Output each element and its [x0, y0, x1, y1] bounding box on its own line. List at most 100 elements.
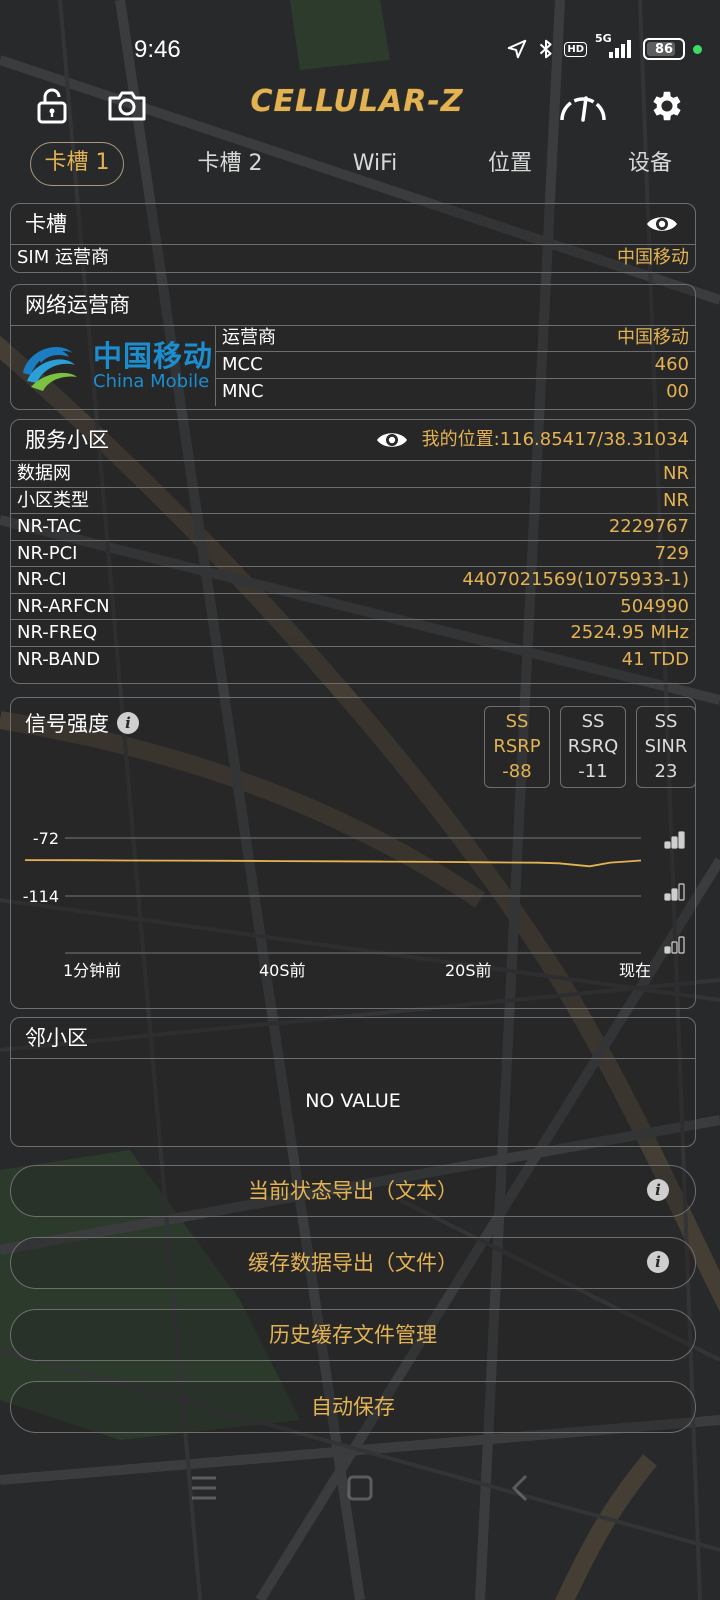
hd-voice-icon: HD — [564, 41, 587, 57]
x-tick-label: 40S前 — [259, 961, 306, 980]
china-mobile-emblem-icon — [23, 346, 77, 391]
status-time: 9:46 — [134, 36, 181, 63]
metric-value: -88 — [502, 761, 532, 782]
cell-row-value: NR — [663, 463, 689, 484]
operator-rows: 运营商 中国移动 MCC 460 MNC 00 — [215, 325, 695, 406]
china-mobile-logo: 中国移动 China Mobile — [11, 325, 215, 407]
metric-line2: RSRP — [493, 736, 541, 757]
network-operator-panel: 网络运营商 中国移动 China Mobile 运营商 中国移动 MCC 460… — [10, 284, 696, 410]
mnc-row: MNC 00 — [216, 379, 695, 406]
eye-icon[interactable] — [375, 428, 409, 452]
serving-cell-panel: 服务小区 我的位置:116.85417/38.31034 数据网 NR 小区类型 N… — [10, 419, 696, 684]
signal-strength-panel: 信号强度 i SS RSRP -88 SS RSRQ -11 SS SINR 2… — [10, 697, 696, 1009]
cell-row-value: 729 — [654, 542, 689, 564]
back-icon[interactable] — [511, 1474, 528, 1502]
serving-cell-title: 服务小区 — [25, 428, 109, 452]
sim-operator-value: 中国移动 — [617, 247, 689, 268]
cell-row: NR-PCI 729 — [11, 541, 695, 567]
mcc-row: MCC 460 — [216, 352, 695, 379]
y-tick-label: -72 — [33, 829, 59, 848]
button-label: 历史缓存文件管理 — [269, 1323, 437, 1347]
button-label: 当前状态导出（文本） — [248, 1179, 458, 1203]
mnc-value: 00 — [666, 381, 689, 402]
slot-panel-header: 卡槽 — [11, 204, 695, 245]
cell-row-label: NR-FREQ — [17, 622, 98, 643]
battery-level: 86 — [654, 41, 674, 57]
signal-series-line — [24, 859, 642, 868]
cell-row: 数据网 NR — [11, 461, 695, 488]
cell-row: NR-CI 4407021569(1075933-1) — [11, 567, 695, 594]
signal-chart-svg: -72 -114 1分钟前 40S前 20S前 现在 — [23, 829, 685, 980]
menu-icon[interactable] — [192, 1476, 216, 1500]
network-type: 5G — [595, 32, 612, 45]
status-bar: 9:46 HD 5G 86 — [0, 28, 720, 72]
operator-panel-title: 网络运营商 — [25, 293, 130, 317]
battery-icon: 86 — [643, 38, 685, 60]
cell-row-label: NR-CI — [17, 569, 67, 590]
unlock-button[interactable] — [30, 84, 74, 128]
ss-sinr-metric[interactable]: SS SINR 23 — [636, 706, 695, 788]
bluetooth-icon — [536, 38, 556, 60]
metric-value: -11 — [578, 761, 608, 782]
metric-value: 23 — [654, 761, 678, 782]
cell-row: NR-TAC 2229767 — [11, 514, 695, 541]
logo-en-text: China Mobile — [93, 371, 210, 392]
app-brand-logo: CELLULAR-Z — [250, 84, 464, 119]
operator-label: 运营商 — [222, 327, 276, 348]
info-icon[interactable]: i — [647, 1179, 669, 1201]
metric-line1: SS — [581, 711, 605, 732]
tab-wifi[interactable]: WiFi — [330, 142, 420, 186]
serving-cell-rows: 数据网 NR 小区类型 NR NR-TAC 2229767 NR-PCI 729 NR-… — [11, 461, 695, 673]
cell-row-value: 504990 — [620, 595, 689, 617]
metric-line2: SINR — [644, 736, 688, 757]
cache-file-manager-button[interactable]: 历史缓存文件管理 — [10, 1309, 696, 1361]
tab-device[interactable]: 设备 — [610, 142, 690, 186]
ss-rsrq-metric[interactable]: SS RSRQ -11 — [560, 706, 626, 788]
cell-row-label: NR-ARFCN — [17, 595, 110, 617]
system-nav-bar — [0, 1450, 720, 1530]
neighbor-panel-header: 邻小区 — [11, 1018, 695, 1059]
location-arrow-icon — [506, 38, 528, 60]
cell-row-label: NR-BAND — [17, 648, 101, 670]
eye-icon[interactable] — [645, 212, 679, 236]
metric-line1: SS — [505, 711, 529, 732]
ss-rsrp-metric[interactable]: SS RSRP -88 — [484, 706, 550, 788]
metric-line2: RSRQ — [567, 736, 619, 757]
mcc-value: 460 — [654, 354, 689, 375]
home-icon[interactable] — [347, 1475, 373, 1501]
auto-save-button[interactable]: 自动保存 — [10, 1381, 696, 1433]
neighbor-panel-title: 邻小区 — [25, 1026, 88, 1050]
gear-icon — [653, 91, 681, 121]
my-location-value: 我的位置:116.85417/38.31034 — [421, 429, 689, 450]
export-status-text-button[interactable]: 当前状态导出（文本） i — [10, 1165, 696, 1217]
info-icon[interactable]: i — [117, 712, 139, 734]
signal-title-row: 信号强度 i — [25, 708, 139, 738]
camera-button[interactable] — [105, 84, 149, 128]
tab-bar: 卡槽 1 卡槽 2 WiFi 位置 设备 — [0, 142, 720, 186]
cell-row-label: 数据网 — [17, 463, 71, 484]
app-bar: CELLULAR-Z — [0, 78, 720, 134]
tab-slot-1[interactable]: 卡槽 1 — [30, 142, 124, 186]
signal-good-icon — [664, 883, 685, 901]
export-cache-file-button[interactable]: 缓存数据导出（文件） i — [10, 1237, 696, 1289]
signal-weak-icon — [664, 936, 685, 954]
operator-panel-header: 网络运营商 — [11, 285, 695, 326]
cell-row-label: NR-TAC — [17, 516, 82, 537]
signal-title: 信号强度 — [25, 712, 109, 736]
logo-cn-text: 中国移动 — [93, 339, 214, 373]
settings-button[interactable] — [645, 84, 689, 128]
privacy-dot-icon — [693, 44, 702, 54]
info-icon[interactable]: i — [647, 1251, 669, 1273]
metric-line1: SS — [654, 711, 678, 732]
cell-row: 小区类型 NR — [11, 488, 695, 514]
signal-chart: -72 -114 1分钟前 40S前 20S前 现在 — [11, 798, 695, 998]
tab-location[interactable]: 位置 — [470, 142, 550, 186]
x-tick-label: 现在 — [619, 961, 651, 980]
cell-row-value: 2229767 — [608, 516, 689, 537]
cell-row-value: NR — [663, 489, 689, 511]
speedometer-button[interactable] — [555, 84, 611, 128]
x-tick-label: 20S前 — [445, 961, 492, 980]
cell-row: NR-FREQ 2524.95 MHz — [11, 620, 695, 647]
tab-slot-2[interactable]: 卡槽 2 — [180, 142, 280, 186]
slot-panel: 卡槽 SIM 运营商 中国移动 — [10, 203, 696, 273]
